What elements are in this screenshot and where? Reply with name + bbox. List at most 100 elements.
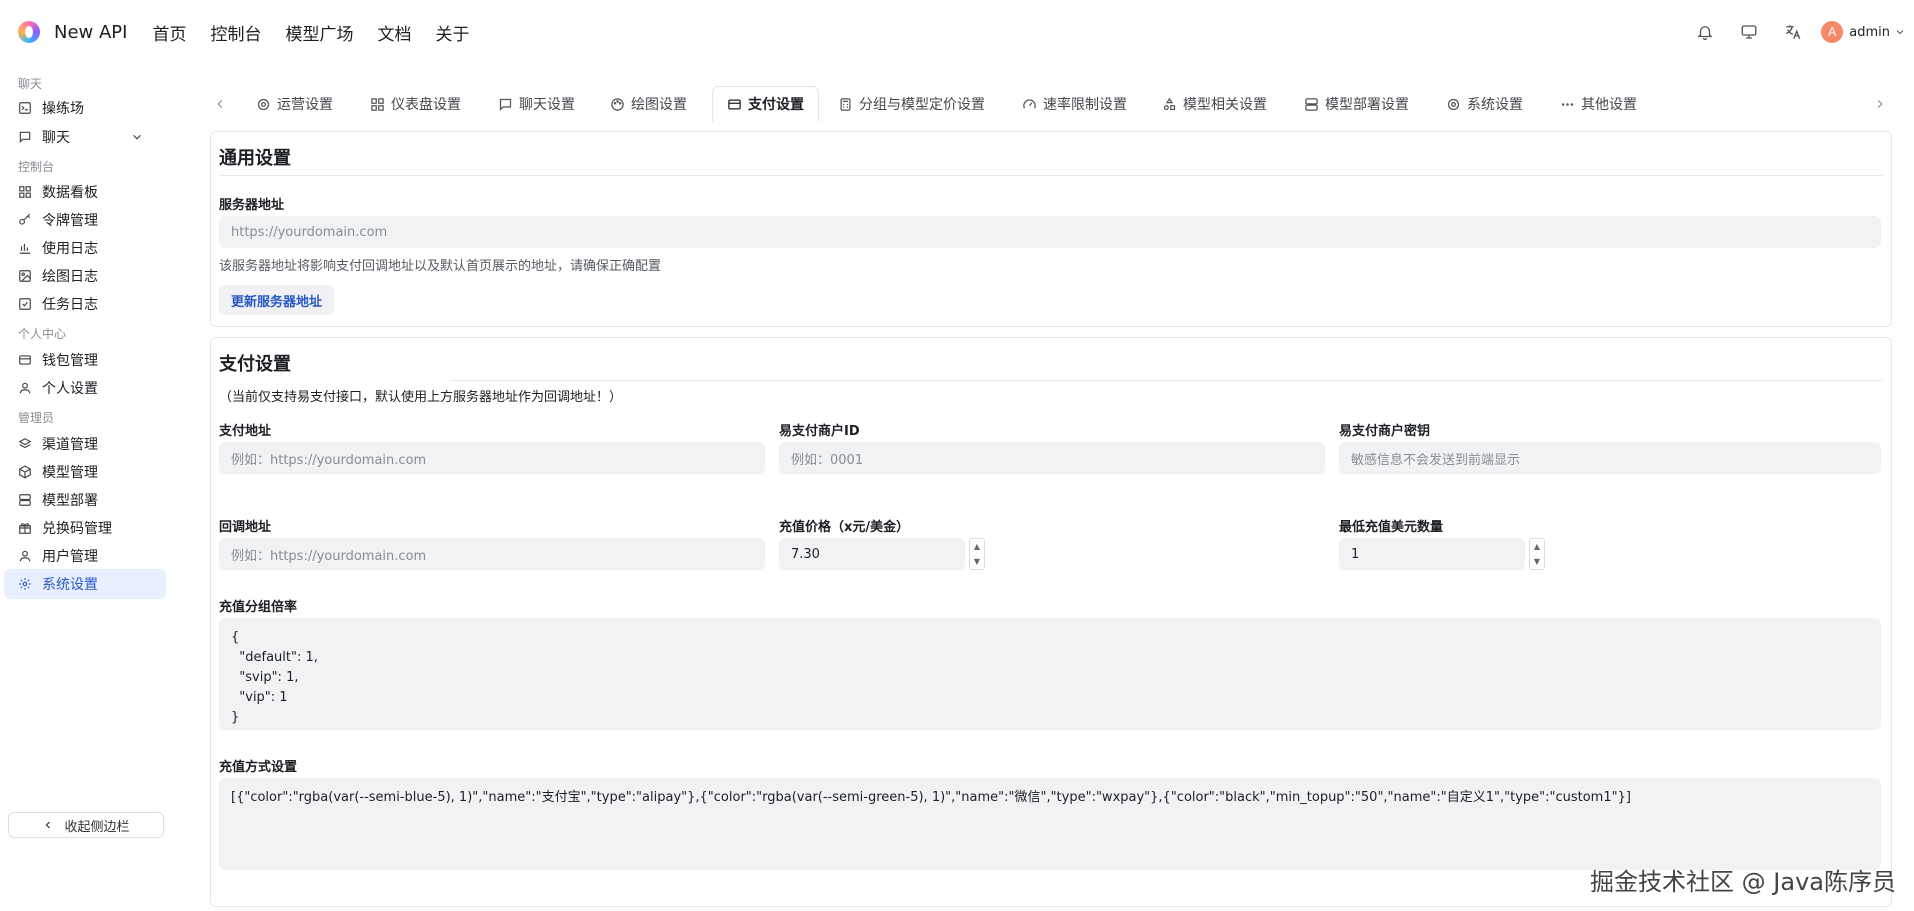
sidebar-item-label: 模型管理 [42,465,98,481]
merchant-id-label: 易支付商户ID [779,424,860,439]
sidebar-item-personal-settings[interactable]: 个人设置 [4,373,166,403]
user-icon [19,550,31,562]
cube-icon [19,465,31,479]
layers-icon [18,438,32,449]
stepper-up-icon[interactable]: ▲ [974,542,980,551]
merchant-id-input[interactable]: 例如：0001 [779,442,1325,474]
payment-settings-card: 支付设置 （当前仅支持易支付接口，默认使用上方服务器地址作为回调地址！） 支付地… [210,337,1892,907]
sidebar-item-wallet[interactable]: 钱包管理 [4,345,166,375]
image-icon [19,270,31,282]
user-icon [19,382,31,394]
payment-methods-label: 充值方式设置 [219,760,298,775]
sidebar-item-task-logs[interactable]: 任务日志 [4,289,166,319]
brand-name[interactable]: New API [54,22,127,43]
topup-price-input[interactable]: 7.30 [779,538,965,570]
tab-label: 运营设置 [277,97,333,113]
tab-other-settings[interactable]: 其他设置 [1560,86,1637,122]
sidebar-item-usage-logs[interactable]: 使用日志 [4,233,166,263]
callback-url-input[interactable]: 例如：https://yourdomain.com [219,538,765,570]
sidebar-item-channels[interactable]: 渠道管理 [4,429,166,459]
sidebar-item-label: 令牌管理 [42,213,98,229]
dashboard-icon [19,186,31,198]
checkbox-icon [19,298,31,310]
gauge-icon [1023,98,1036,109]
min-topup-stepper[interactable]: ▲ ▼ [1529,538,1545,570]
wallet-icon [19,355,31,365]
tab-rate-limit-settings[interactable]: 速率限制设置 [1022,86,1127,122]
update-server-address-button[interactable]: 更新服务器地址 [219,285,335,315]
tab-scroll-right-icon[interactable] [1868,86,1892,122]
sidebar-item-models[interactable]: 模型管理 [4,457,166,487]
tab-dashboard-settings[interactable]: 仪表盘设置 [370,86,461,122]
watermark-text: 掘金技术社区 @ Java陈序员 [1590,868,1896,896]
tab-chat-settings[interactable]: 聊天设置 [498,86,575,122]
sidebar-item-system-settings[interactable]: 系统设置 [4,569,166,599]
nav-link-models[interactable]: 模型广场 [285,20,353,45]
dashboard-icon [371,97,384,111]
pay-url-label: 支付地址 [219,424,272,439]
collapse-sidebar-button[interactable]: 收起侧边栏 [8,812,164,838]
tab-scroll-left-icon[interactable] [208,86,232,122]
bell-icon[interactable] [1689,16,1721,48]
key-icon [19,213,31,225]
sidebar-item-playground[interactable]: 操练场 [4,93,166,123]
sidebar-item-users[interactable]: 用户管理 [4,541,166,571]
general-settings-title: 通用设置 [219,148,291,169]
tab-model-deploy-settings[interactable]: 模型部署设置 [1304,86,1409,122]
pay-url-input[interactable]: 例如：https://yourdomain.com [219,442,765,474]
user-menu[interactable]: A admin [1821,21,1906,43]
sidebar-item-drawing-logs[interactable]: 绘图日志 [4,261,166,291]
tab-label: 分组与模型定价设置 [859,97,985,113]
group-ratio-textarea[interactable]: { "default": 1, "svip": 1, "vip": 1 } [219,618,1881,730]
tab-drawing-settings[interactable]: 绘图设置 [610,86,687,122]
sidebar-item-dashboard[interactable]: 数据看板 [4,177,166,207]
gear-icon [19,578,31,590]
chevron-down-icon [1896,30,1904,35]
tab-label: 支付设置 [748,97,804,113]
nav-link-home[interactable]: 首页 [152,20,186,45]
server-address-input[interactable]: https://yourdomain.com [219,216,1881,248]
merchant-key-input[interactable]: 敏感信息不会发送到前端显示 [1339,442,1881,474]
sidebar-group-chat: 聊天 [18,77,43,91]
tab-system-settings[interactable]: 系统设置 [1446,86,1523,122]
tab-pricing-settings[interactable]: 分组与模型定价设置 [838,86,985,122]
chat-icon [499,98,512,111]
payment-note: （当前仅支持易支付接口，默认使用上方服务器地址作为回调地址！） [219,390,623,405]
group-ratio-label: 充值分组倍率 [219,600,298,615]
callback-url-label: 回调地址 [219,520,272,535]
gift-icon [19,523,31,534]
stepper-down-icon[interactable]: ▼ [1534,557,1540,566]
sidebar-item-redeem-codes[interactable]: 兑换码管理 [4,513,166,543]
sidebar-item-tokens[interactable]: 令牌管理 [4,205,166,235]
tab-label: 绘图设置 [631,97,687,113]
stepper-up-icon[interactable]: ▲ [1534,542,1540,551]
tab-payment-settings[interactable]: 支付设置 [712,86,819,122]
sidebar-item-label: 数据看板 [42,185,98,201]
topup-price-label: 充值价格（x元/美金） [779,520,910,535]
sidebar-item-label: 绘图日志 [42,269,98,285]
tab-model-settings[interactable]: 模型相关设置 [1162,86,1267,122]
nav-link-docs[interactable]: 文档 [377,20,411,45]
tab-label: 仪表盘设置 [391,97,461,113]
avatar: A [1821,21,1844,43]
min-topup-input[interactable]: 1 [1339,538,1525,570]
payment-methods-textarea[interactable]: [{"color":"rgba(var(--semi-blue-5), 1)",… [219,778,1881,870]
topup-price-stepper[interactable]: ▲ ▼ [969,538,985,570]
sidebar-item-label: 操练场 [42,101,84,117]
monitor-icon[interactable] [1733,16,1765,48]
server-address-label: 服务器地址 [219,198,285,213]
nav-link-console[interactable]: 控制台 [210,20,261,45]
sidebar-item-label: 聊天 [42,130,70,146]
logo-icon[interactable] [18,21,40,43]
more-icon [1561,102,1574,106]
sidebar-item-chat[interactable]: 聊天 [4,122,166,152]
nav-link-about[interactable]: 关于 [435,20,469,45]
tab-operation-settings[interactable]: 运营设置 [256,86,333,122]
chevron-down-icon [133,134,141,140]
gear-icon [1447,98,1460,110]
sidebar-item-model-deploy[interactable]: 模型部署 [4,485,166,515]
sidebar-item-label: 模型部署 [42,493,98,509]
top-navbar: New API 首页 控制台 模型广场 文档 关于 A admin [0,0,1914,64]
stepper-down-icon[interactable]: ▼ [974,557,980,566]
translate-icon[interactable] [1777,16,1809,48]
